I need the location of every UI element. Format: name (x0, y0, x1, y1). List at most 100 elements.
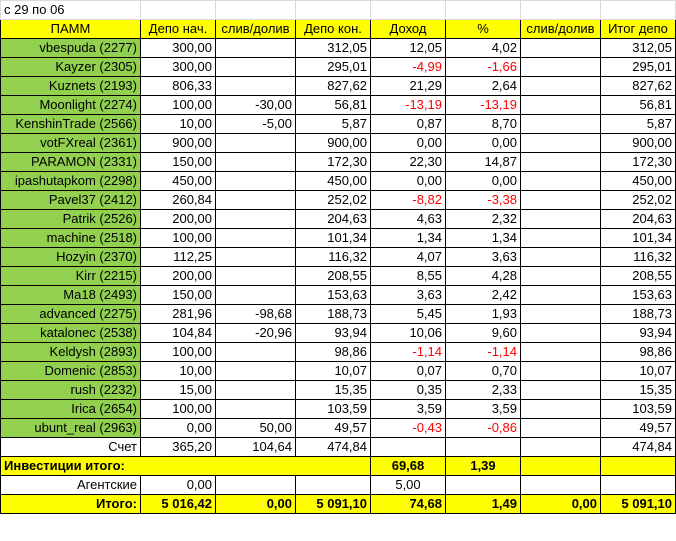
value-cell: 3,59 (445, 399, 521, 419)
pamm-name: advanced (2275) (0, 304, 141, 324)
value-cell: -13,19 (445, 95, 521, 115)
value-cell: -1,66 (445, 57, 521, 77)
value-cell: -1,14 (370, 342, 446, 362)
pamm-table: с 29 по 06 ПАММ Депо нач. слив/долив Депо ко… (0, 0, 676, 514)
agency-start: 0,00 (140, 475, 216, 495)
value-cell: 295,01 (295, 57, 371, 77)
empty-cell (520, 456, 601, 476)
pamm-name: ipashutapkom (2298) (0, 171, 141, 191)
value-cell: 188,73 (295, 304, 371, 324)
value-cell: 4,63 (370, 209, 446, 229)
header-row: ПАММ Депо нач. слив/долив Депо кон. Доход% сл… (0, 19, 676, 39)
value-cell: 10,00 (140, 114, 216, 134)
value-cell (520, 209, 601, 229)
value-cell: 14,87 (445, 152, 521, 172)
value-cell: 1,34 (370, 228, 446, 248)
value-cell (215, 190, 296, 210)
value-cell: 5,45 (370, 304, 446, 324)
empty-cell (140, 0, 216, 20)
empty-cell (600, 456, 676, 476)
totals-value: 74,68 (370, 494, 446, 514)
value-cell (215, 133, 296, 153)
pamm-name: Domenic (2853) (0, 361, 141, 381)
pamm-name: Kuznets (2193) (0, 76, 141, 96)
pamm-name: votFXreal (2361) (0, 133, 141, 153)
value-cell: 10,00 (140, 361, 216, 381)
value-cell: 104,84 (140, 323, 216, 343)
value-cell: 49,57 (600, 418, 676, 438)
value-cell: -0,86 (445, 418, 521, 438)
value-cell: 450,00 (600, 171, 676, 191)
value-cell: 252,02 (295, 190, 371, 210)
empty-cell (215, 0, 296, 20)
value-cell: 900,00 (600, 133, 676, 153)
column-header: ПАММ (0, 19, 141, 39)
value-cell: 1,34 (445, 228, 521, 248)
value-cell: 260,84 (140, 190, 216, 210)
value-cell (520, 399, 601, 419)
table-row: PARAMON (2331) 150,00 172,30 22,30 14,87 172,… (0, 152, 676, 172)
pamm-name: vbespuda (2277) (0, 38, 141, 58)
table-row: katalonec (2538) 104,84 -20,96 93,94 10,06 9,… (0, 323, 676, 343)
totals-value: 5 091,10 (600, 494, 676, 514)
value-cell (215, 342, 296, 362)
table-row: machine (2518) 100,00 101,34 1,34 1,34 101,34 (0, 228, 676, 248)
value-cell: -3,38 (445, 190, 521, 210)
value-cell: 50,00 (215, 418, 296, 438)
value-cell: 900,00 (140, 133, 216, 153)
value-cell (215, 209, 296, 229)
value-cell (520, 57, 601, 77)
value-cell: -13,19 (370, 95, 446, 115)
value-cell (520, 114, 601, 134)
value-cell (520, 228, 601, 248)
pamm-name: rush (2232) (0, 380, 141, 400)
totals-value: 0,00 (520, 494, 601, 514)
empty-cell (445, 475, 521, 495)
value-cell (520, 361, 601, 381)
pamm-name: KenshinTrade (2566) (0, 114, 141, 134)
value-cell: 200,00 (140, 266, 216, 286)
value-cell (520, 342, 601, 362)
value-cell: 2,32 (445, 209, 521, 229)
value-cell (215, 380, 296, 400)
value-cell: -30,00 (215, 95, 296, 115)
value-cell: 208,55 (295, 266, 371, 286)
account-value (445, 437, 521, 457)
value-cell (520, 418, 601, 438)
value-cell: 116,32 (600, 247, 676, 267)
value-cell (215, 76, 296, 96)
empty-cell (295, 475, 371, 495)
table-row: Patrik (2526) 200,00 204,63 4,63 2,32 204,63 (0, 209, 676, 229)
totals-value: 0,00 (215, 494, 296, 514)
value-cell (215, 57, 296, 77)
pamm-name: Patrik (2526) (0, 209, 141, 229)
value-cell (215, 361, 296, 381)
investments-label: Инвестиции итого: (0, 456, 371, 476)
value-cell (520, 76, 601, 96)
value-cell (520, 152, 601, 172)
value-cell: 8,70 (445, 114, 521, 134)
value-cell: 204,63 (295, 209, 371, 229)
value-cell: 116,32 (295, 247, 371, 267)
value-cell: 93,94 (600, 323, 676, 343)
value-cell: 150,00 (140, 152, 216, 172)
value-cell: 450,00 (140, 171, 216, 191)
value-cell: 15,35 (295, 380, 371, 400)
value-cell: 15,35 (600, 380, 676, 400)
value-cell: 8,55 (370, 266, 446, 286)
value-cell: 204,63 (600, 209, 676, 229)
value-cell: 12,05 (370, 38, 446, 58)
value-cell: 0,35 (370, 380, 446, 400)
agency-income: 5,00 (370, 475, 446, 495)
value-cell: 827,62 (600, 76, 676, 96)
table-row: Kayzer (2305) 300,00 295,01 -4,99 -1,66 295,0… (0, 57, 676, 77)
value-cell: 5,87 (600, 114, 676, 134)
value-cell: 2,42 (445, 285, 521, 305)
value-cell: 3,63 (370, 285, 446, 305)
value-cell: 0,00 (370, 171, 446, 191)
value-cell: 49,57 (295, 418, 371, 438)
value-cell: 100,00 (140, 399, 216, 419)
totals-value: 1,49 (445, 494, 521, 514)
pamm-name: Moonlight (2274) (0, 95, 141, 115)
account-value: 474,84 (600, 437, 676, 457)
